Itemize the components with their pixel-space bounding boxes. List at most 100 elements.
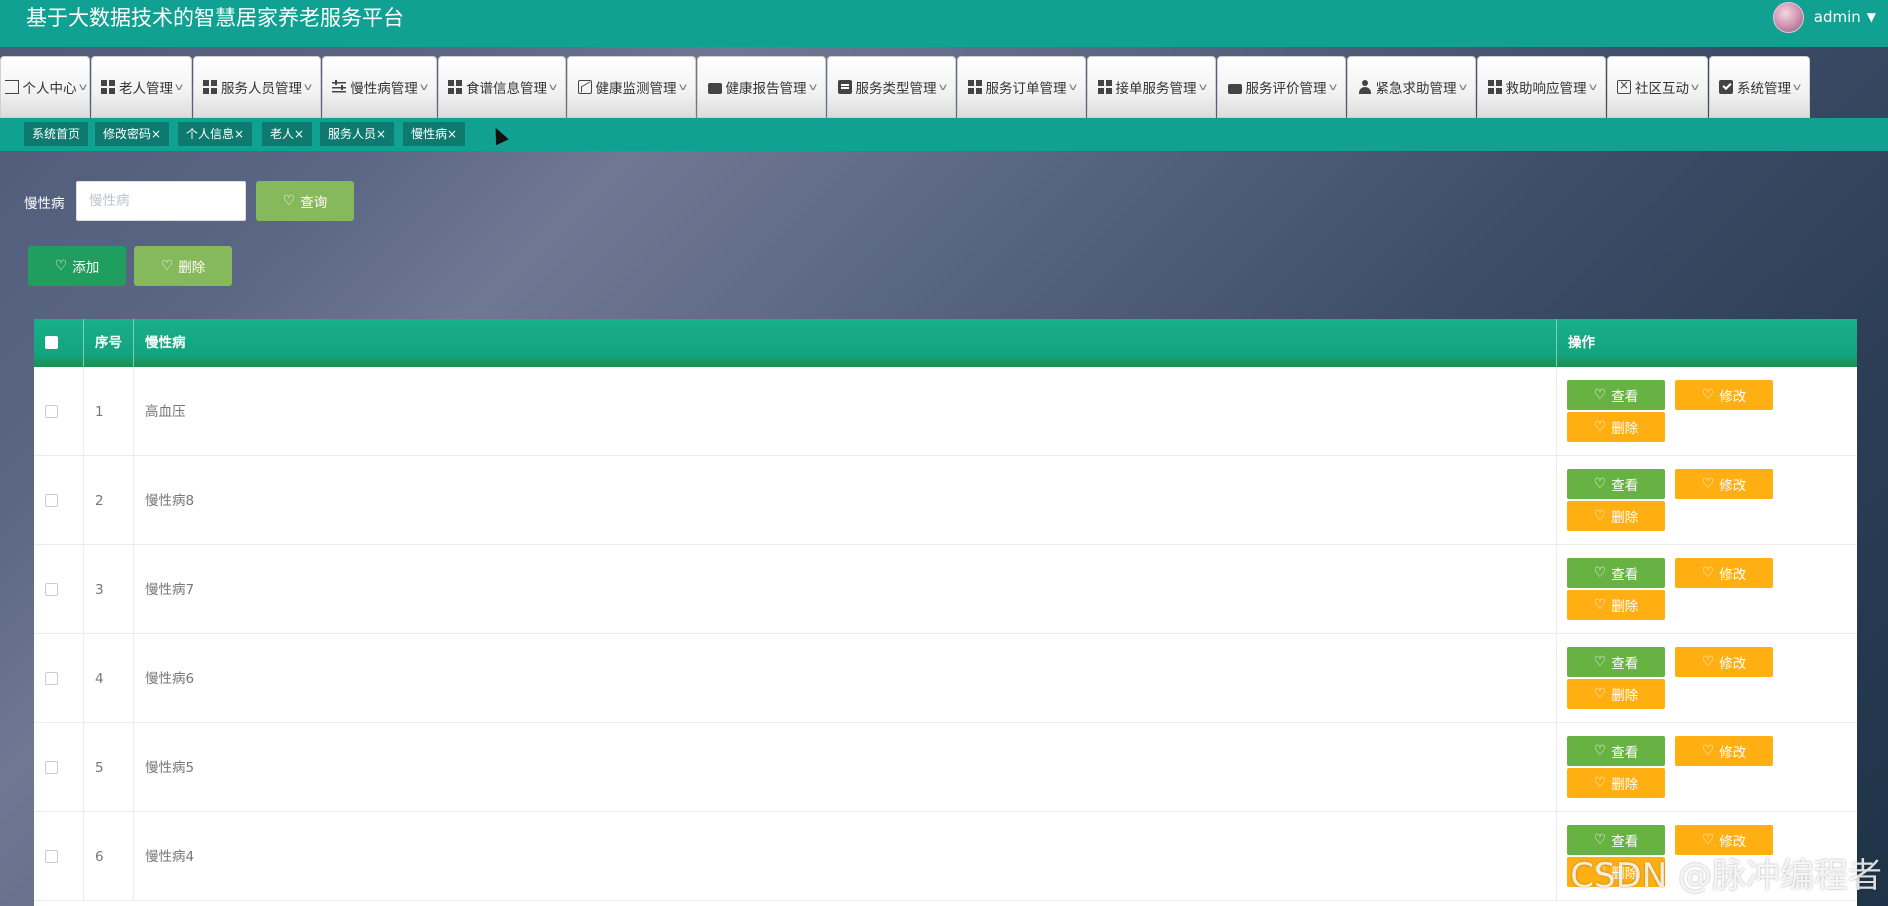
view-button[interactable]: ♡ 查看 xyxy=(1567,380,1665,410)
user-icon xyxy=(1358,80,1372,94)
nav-item-health-report[interactable]: 健康报告管理 v xyxy=(697,56,826,118)
nav-item-rescue-response[interactable]: 救助响应管理 v xyxy=(1477,56,1606,118)
briefcase-icon xyxy=(1227,84,1242,94)
heart-icon: ♡ xyxy=(1593,565,1607,581)
chevron-down-icon: v xyxy=(1068,81,1077,93)
table-row: 4 慢性病6 ♡ 查看 ♡ 修改 ♡ 删除 xyxy=(34,634,1857,723)
query-button[interactable]: ♡ 查询 xyxy=(256,181,354,221)
heart-icon: ♡ xyxy=(282,193,296,209)
search-label: 慢性病 xyxy=(24,196,65,212)
avatar[interactable] xyxy=(1772,1,1804,33)
grid-icon xyxy=(203,80,218,94)
delete-label: 删除 xyxy=(1611,510,1639,526)
row-index: 4 xyxy=(95,671,104,687)
row-index: 6 xyxy=(95,849,104,865)
nav-label: 紧急求助管理 xyxy=(1375,81,1457,97)
tab-personal-info[interactable]: 个人信息× xyxy=(178,122,253,146)
nav-item-service-staff[interactable]: 服务人员管理 v xyxy=(193,56,321,118)
user-menu[interactable]: admin ▼ xyxy=(1772,1,1876,33)
table-header: 序号 慢性病 操作 xyxy=(34,319,1857,367)
row-checkbox[interactable] xyxy=(45,850,58,863)
search-input[interactable] xyxy=(76,181,246,221)
delete-button[interactable]: ♡ 删除 xyxy=(1567,501,1665,531)
delete-button[interactable]: ♡ 删除 xyxy=(1567,768,1665,798)
nav-label: 服务订单管理 xyxy=(985,81,1067,97)
caret-down-icon[interactable]: ▼ xyxy=(1867,10,1876,24)
edit-label: 修改 xyxy=(1719,745,1747,761)
tab-elderly[interactable]: 老人× xyxy=(262,122,313,146)
row-name: 慢性病8 xyxy=(145,493,195,509)
chevron-down-icon: v xyxy=(808,81,817,93)
row-checkbox[interactable] xyxy=(45,761,58,774)
nav-item-system[interactable]: 系统管理 v xyxy=(1709,56,1810,118)
heart-icon: ♡ xyxy=(1701,476,1715,492)
column-header-name[interactable]: 慢性病 xyxy=(134,319,1557,367)
view-label: 查看 xyxy=(1611,656,1639,672)
nav-item-health-monitor[interactable]: 健康监测管理 v xyxy=(567,56,696,118)
add-label: 添加 xyxy=(72,260,100,276)
nav-label: 老人管理 xyxy=(119,81,174,97)
nav-item-community[interactable]: 社区互动 v xyxy=(1607,56,1708,118)
tab-service-staff[interactable]: 服务人员× xyxy=(320,122,395,146)
edit-button[interactable]: ♡ 修改 xyxy=(1675,380,1773,410)
app-title: 基于大数据技术的智慧居家养老服务平台 xyxy=(26,6,404,30)
chevron-down-icon: v xyxy=(678,81,687,93)
nav-item-chronic-disease[interactable]: 慢性病管理 v xyxy=(322,56,437,118)
view-button[interactable]: ♡ 查看 xyxy=(1567,647,1665,677)
batch-delete-button[interactable]: ♡ 删除 xyxy=(134,246,232,286)
username[interactable]: admin xyxy=(1814,8,1861,26)
delete-button[interactable]: ♡ 删除 xyxy=(1567,412,1665,442)
box-x-icon xyxy=(1617,78,1632,94)
row-checkbox[interactable] xyxy=(45,672,58,685)
heart-icon: ♡ xyxy=(1701,565,1715,581)
view-button[interactable]: ♡ 查看 xyxy=(1567,736,1665,766)
column-header-index: 序号 xyxy=(84,319,134,367)
edit-button[interactable]: ♡ 修改 xyxy=(1675,558,1773,588)
nav-item-emergency[interactable]: 紧急求助管理 v xyxy=(1347,56,1476,118)
view-label: 查看 xyxy=(1611,834,1639,850)
chevron-down-icon: v xyxy=(1198,81,1207,93)
row-index: 5 xyxy=(95,760,104,776)
nav-item-recipe[interactable]: 食谱信息管理 v xyxy=(438,56,566,118)
edit-button[interactable]: ♡ 修改 xyxy=(1675,647,1773,677)
nav-item-service-review[interactable]: 服务评价管理 v xyxy=(1217,56,1346,118)
add-button[interactable]: ♡ 添加 xyxy=(28,246,126,286)
heart-icon: ♡ xyxy=(1593,654,1607,670)
data-table: 序号 慢性病 操作 1 高血压 ♡ 查看 ♡ 修改 ♡ 删除 2 慢性病8 ♡ 查看 ♡… xyxy=(34,319,1857,906)
delete-button[interactable]: ♡ 删除 xyxy=(1567,590,1665,620)
chevron-down-icon: v xyxy=(78,81,87,93)
heart-icon: ♡ xyxy=(1593,387,1607,403)
nav-item-personal-center[interactable]: 个人中心 v xyxy=(0,56,90,118)
heart-icon: ♡ xyxy=(1593,419,1607,435)
watermark: CSDN @脉冲编程者 xyxy=(1570,856,1882,896)
nav-item-service-order[interactable]: 服务订单管理 v xyxy=(957,56,1086,118)
view-button[interactable]: ♡ 查看 xyxy=(1567,558,1665,588)
tab-chronic-disease[interactable]: 慢性病× xyxy=(403,122,466,146)
tab-home[interactable]: 系统首页 xyxy=(24,122,89,146)
wallet-icon xyxy=(707,82,722,94)
delete-label: 删除 xyxy=(178,260,206,276)
edit-label: 修改 xyxy=(1719,834,1747,850)
nav-label: 救助响应管理 xyxy=(1505,81,1587,97)
delete-button[interactable]: ♡ 删除 xyxy=(1567,679,1665,709)
select-all-checkbox[interactable] xyxy=(45,336,58,349)
chevron-down-icon: v xyxy=(1328,81,1337,93)
sliders-icon xyxy=(332,80,347,94)
nav-label: 服务人员管理 xyxy=(221,81,303,97)
heart-icon: ♡ xyxy=(1701,832,1715,848)
nav-item-elderly[interactable]: 老人管理 v xyxy=(91,56,192,118)
nav-item-order-taking[interactable]: 接单服务管理 v xyxy=(1087,56,1216,118)
edit-button[interactable]: ♡ 修改 xyxy=(1675,469,1773,499)
view-button[interactable]: ♡ 查看 xyxy=(1567,469,1665,499)
edit-button[interactable]: ♡ 修改 xyxy=(1675,736,1773,766)
row-checkbox[interactable] xyxy=(45,494,58,507)
nav-label: 社区互动 xyxy=(1635,81,1690,97)
row-name: 高血压 xyxy=(145,404,186,420)
row-checkbox[interactable] xyxy=(45,405,58,418)
chevron-down-icon: v xyxy=(419,81,428,93)
row-checkbox[interactable] xyxy=(45,583,58,596)
nav-item-service-type[interactable]: 服务类型管理 v xyxy=(827,56,956,118)
tab-change-password[interactable]: 修改密码× xyxy=(95,122,170,146)
chevron-down-icon: v xyxy=(938,81,947,93)
heart-icon: ♡ xyxy=(1593,508,1607,524)
